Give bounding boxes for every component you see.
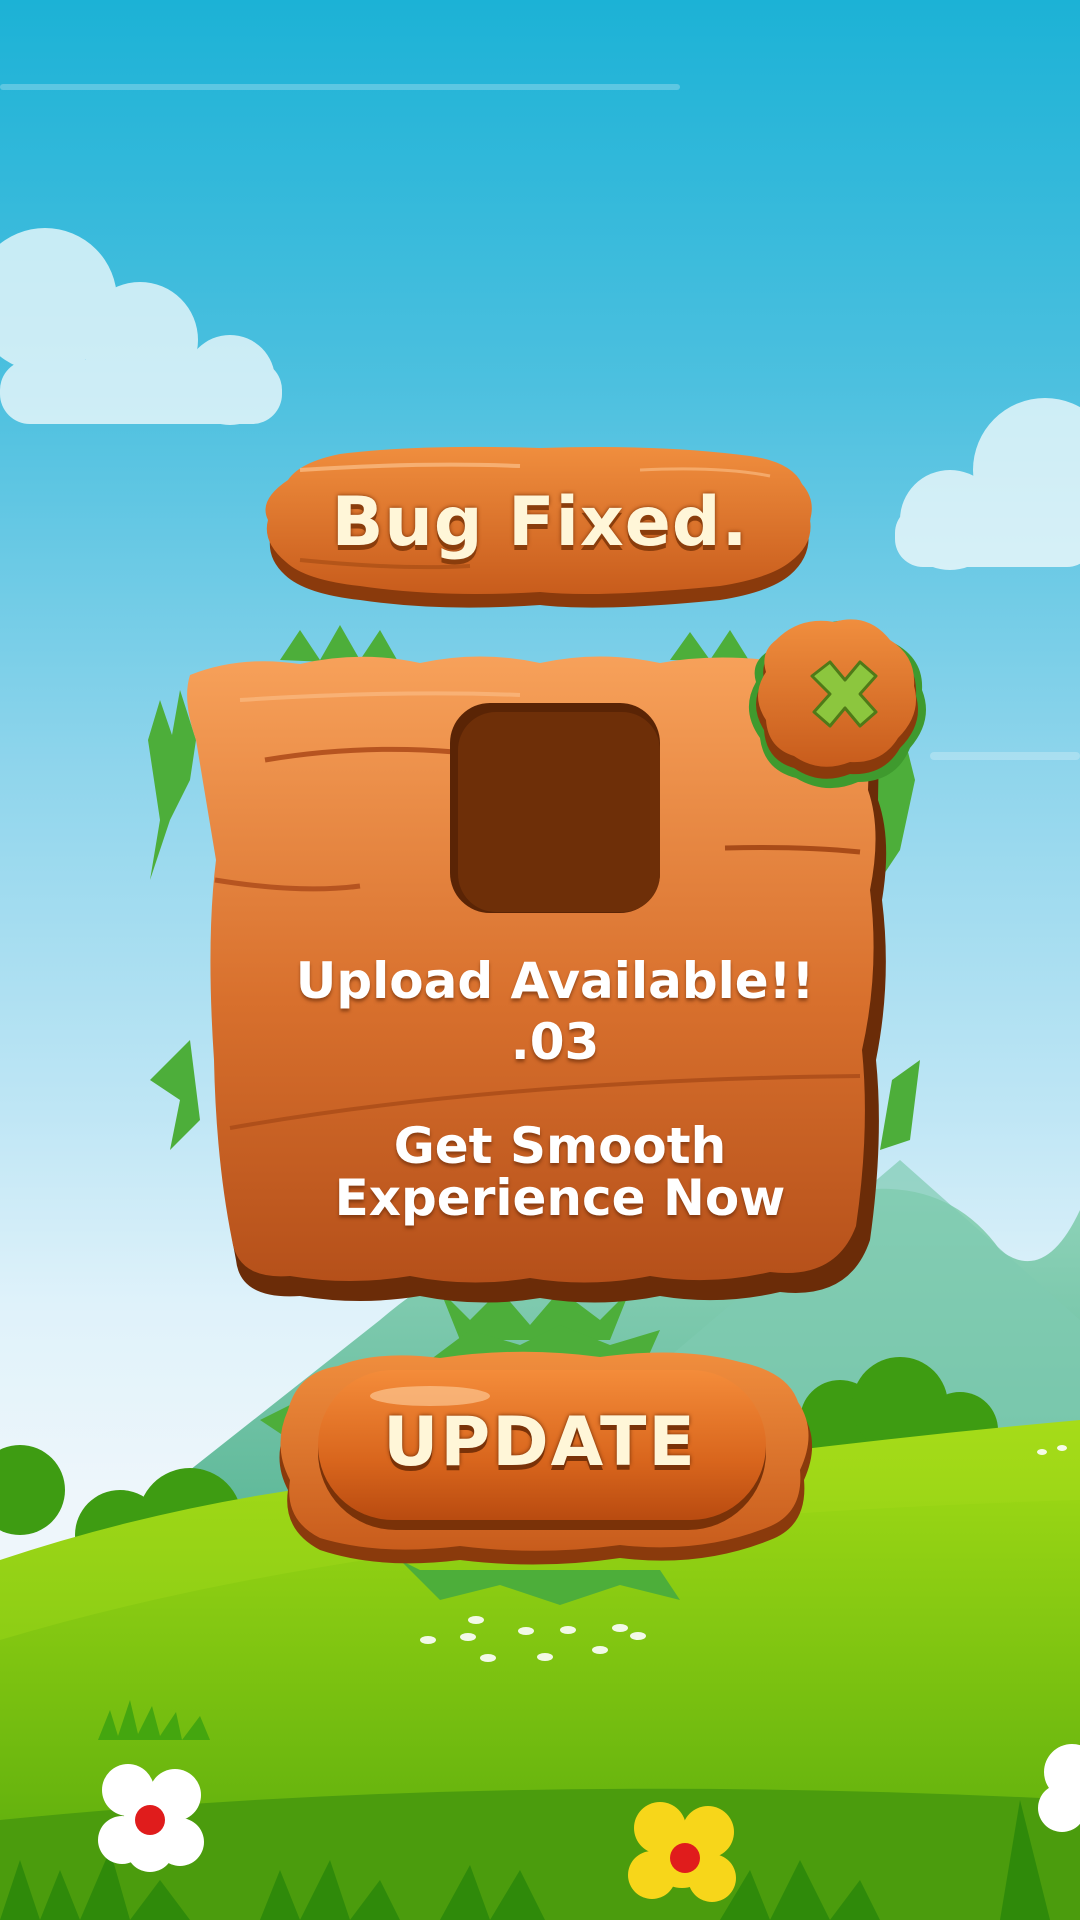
message-line-3: Get Smooth	[393, 1117, 727, 1175]
message-line-4: Experience Now	[334, 1169, 786, 1227]
close-button[interactable]	[760, 615, 920, 775]
update-button-label: UPDATE	[383, 1403, 697, 1482]
app-icon-placeholder	[450, 703, 660, 913]
message-line-1: Upload Available!!	[295, 952, 815, 1010]
message-line-2: .03	[510, 1013, 600, 1071]
popup-title: Bug Fixed.	[331, 483, 749, 562]
